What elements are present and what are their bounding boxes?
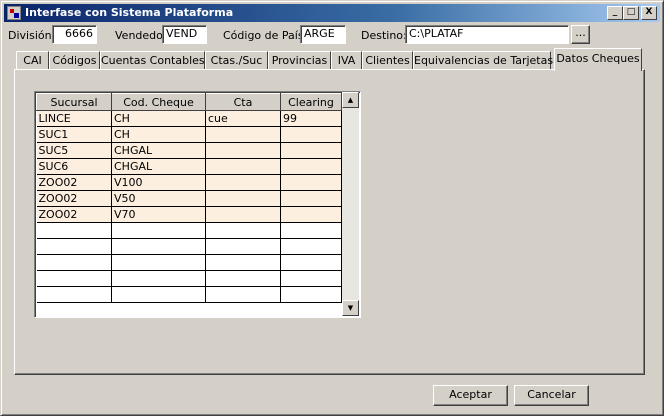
tab-cai[interactable]: CAI xyxy=(16,51,49,70)
table-cell[interactable] xyxy=(205,286,281,303)
column-header-clearing[interactable]: Clearing xyxy=(280,93,342,111)
table-cell[interactable] xyxy=(205,206,281,223)
table-cell[interactable] xyxy=(280,206,342,223)
table-cell[interactable]: ZOO02 xyxy=(36,206,112,223)
destino-field[interactable]: C:\PLATAF xyxy=(405,25,569,44)
table-row[interactable]: ZOO02 V70 xyxy=(36,206,342,223)
table-cell[interactable] xyxy=(205,142,281,159)
tab-iva[interactable]: IVA xyxy=(331,51,362,70)
table-cell[interactable]: V50 xyxy=(111,190,206,207)
table-row[interactable] xyxy=(36,286,342,303)
table-cell[interactable]: V100 xyxy=(111,174,206,191)
pais-field[interactable]: ARGE xyxy=(300,25,346,44)
column-header-cod-cheque[interactable]: Cod. Cheque xyxy=(111,93,206,111)
vendedor-label: Vendedor xyxy=(115,29,168,42)
accept-button[interactable]: Aceptar xyxy=(433,385,508,406)
table-row[interactable]: ZOO02 V50 xyxy=(36,190,342,207)
table-cell[interactable] xyxy=(111,238,206,255)
table-cell[interactable] xyxy=(280,174,342,191)
table-cell[interactable]: ZOO02 xyxy=(36,174,112,191)
table-cell[interactable] xyxy=(280,190,342,207)
tab-ctas-suc[interactable]: Ctas./Suc xyxy=(205,51,268,70)
vendedor-field[interactable]: VEND xyxy=(162,25,207,44)
table-cell[interactable]: LINCE xyxy=(36,110,112,127)
table-cell[interactable]: CHGAL xyxy=(111,158,206,175)
table-cell[interactable]: CHGAL xyxy=(111,142,206,159)
table-cell[interactable]: SUC1 xyxy=(36,126,112,143)
table-cell[interactable] xyxy=(111,270,206,287)
cancel-button[interactable]: Cancelar xyxy=(514,385,589,406)
table-cell[interactable] xyxy=(36,254,112,271)
table-cell[interactable] xyxy=(205,238,281,255)
table-cell[interactable] xyxy=(280,126,342,143)
table-cell[interactable] xyxy=(205,158,281,175)
table-cell[interactable]: CH xyxy=(111,126,206,143)
table-cell[interactable]: SUC6 xyxy=(36,158,112,175)
table-cell[interactable] xyxy=(205,174,281,191)
table-cell[interactable] xyxy=(280,222,342,239)
scroll-down-icon[interactable]: ▼ xyxy=(342,300,359,316)
table-row[interactable] xyxy=(36,270,342,287)
tab-provincias[interactable]: Provincias xyxy=(268,51,331,70)
table-cell[interactable] xyxy=(111,286,206,303)
title-bar[interactable]: Interfase con Sistema Plataforma _ □ X xyxy=(4,4,660,22)
close-button[interactable]: X xyxy=(641,6,657,20)
table-cell[interactable]: V70 xyxy=(111,206,206,223)
tab-clientes[interactable]: Clientes xyxy=(362,51,413,70)
table-cell[interactable] xyxy=(36,286,112,303)
column-header-sucursal[interactable]: Sucursal xyxy=(36,93,112,111)
table-cell[interactable] xyxy=(36,222,112,239)
table-row[interactable]: SUC5 CHGAL xyxy=(36,142,342,159)
table-cell[interactable] xyxy=(36,238,112,255)
tab-equivalencias-tarjetas[interactable]: Equivalencias de Tarjetas xyxy=(413,51,553,70)
table-row[interactable] xyxy=(36,254,342,271)
main-window: Interfase con Sistema Plataforma _ □ X D… xyxy=(0,0,664,416)
grid-vertical-scrollbar[interactable]: ▲ ▼ xyxy=(342,92,359,316)
table-cell[interactable]: cue xyxy=(205,110,281,127)
table-cell[interactable]: CH xyxy=(111,110,206,127)
table-cell[interactable] xyxy=(280,142,342,159)
table-cell[interactable] xyxy=(205,254,281,271)
table-cell[interactable] xyxy=(36,270,112,287)
table-cell[interactable] xyxy=(205,190,281,207)
cheques-table: Sucursal Cod. Cheque Cta Clearing LINCE C… xyxy=(36,93,342,303)
table-cell[interactable] xyxy=(280,238,342,255)
table-row[interactable] xyxy=(36,222,342,239)
table-cell[interactable] xyxy=(205,222,281,239)
maximize-button[interactable]: □ xyxy=(623,6,639,20)
table-cell[interactable] xyxy=(111,254,206,271)
table-row[interactable]: LINCE CH cue 99 xyxy=(36,110,342,127)
table-row[interactable]: SUC6 CHGAL xyxy=(36,158,342,175)
table-row[interactable]: SUC1 CH xyxy=(36,126,342,143)
table-row[interactable]: ZOO02 V100 xyxy=(36,174,342,191)
table-cell[interactable]: SUC5 xyxy=(36,142,112,159)
table-cell[interactable] xyxy=(205,270,281,287)
minimize-button[interactable]: _ xyxy=(607,6,623,20)
table-cell[interactable] xyxy=(205,126,281,143)
table-cell[interactable]: 99 xyxy=(280,110,342,127)
table-cell[interactable] xyxy=(280,158,342,175)
destino-label: Destino: xyxy=(361,29,407,42)
table-cell[interactable] xyxy=(111,222,206,239)
table-cell[interactable] xyxy=(280,270,342,287)
tab-datos-cheques[interactable]: Datos Cheques xyxy=(554,48,642,71)
pais-label: Código de País: xyxy=(223,29,308,42)
browse-button[interactable]: ... xyxy=(571,25,590,44)
table-cell[interactable] xyxy=(280,286,342,303)
scroll-up-icon[interactable]: ▲ xyxy=(342,92,359,108)
division-label: División: xyxy=(8,29,56,42)
cheques-grid[interactable]: Sucursal Cod. Cheque Cta Clearing LINCE C… xyxy=(34,91,361,318)
division-field[interactable]: 6666 xyxy=(52,25,97,44)
column-header-cta[interactable]: Cta xyxy=(205,93,281,111)
tab-cuentas-contables[interactable]: Cuentas Contables xyxy=(100,51,205,70)
window-title: Interfase con Sistema Plataforma xyxy=(25,6,234,19)
table-row[interactable] xyxy=(36,238,342,255)
tab-codigos[interactable]: Códigos xyxy=(49,51,100,70)
app-icon xyxy=(7,6,21,20)
table-cell[interactable] xyxy=(280,254,342,271)
table-cell[interactable]: ZOO02 xyxy=(36,190,112,207)
